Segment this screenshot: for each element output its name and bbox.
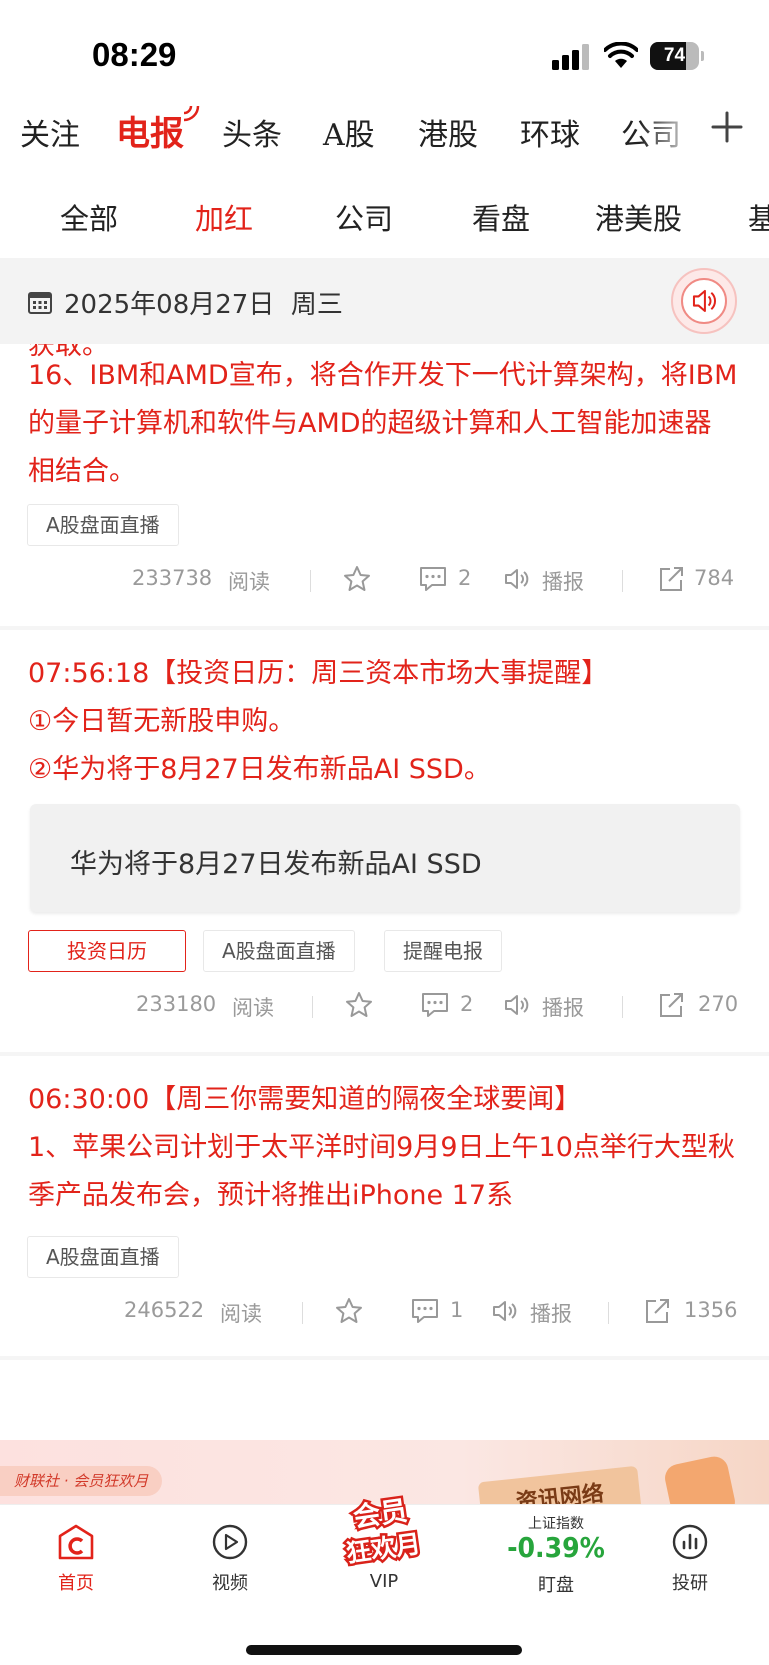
subtab-red[interactable]: 加红 xyxy=(195,196,253,238)
cellular-signal-icon xyxy=(552,44,589,70)
read-label: 阅读 xyxy=(220,1302,262,1326)
banner-card: 资讯网络 xyxy=(477,1465,643,1504)
bottom-nav: 首页 视频 会员 狂欢月 VIP 上证指数 -0.39% 盯盘 投研 xyxy=(0,1493,769,1665)
quote-card[interactable]: 华为将于8月27日发布新品AI SSD xyxy=(30,804,740,912)
tag-a-share-live[interactable]: A股盘面直播 xyxy=(27,504,179,546)
tab-fade-overlay xyxy=(640,100,700,160)
nav-watch-label[interactable]: 盯盘 xyxy=(506,1571,606,1597)
status-bar: 08:29 74 xyxy=(0,0,769,100)
subtab-company[interactable]: 公司 xyxy=(335,196,393,238)
date-bar: 2025年08月27日 周三 xyxy=(0,258,769,344)
tab-a-shares[interactable]: A股 xyxy=(323,110,375,154)
comment-icon[interactable] xyxy=(410,1296,440,1326)
comment-icon[interactable] xyxy=(420,990,450,1020)
battery-text: 74 xyxy=(663,45,686,66)
tag-investment-calendar[interactable]: 投资日历 xyxy=(28,930,186,972)
article-2-actions: 233180 阅读 2 播报 270 xyxy=(0,986,769,1026)
favorite-star-icon[interactable] xyxy=(334,1296,364,1326)
chart-bars-icon xyxy=(672,1524,708,1560)
article-2-line-2: ②华为将于8月27日发布新品AI SSD。 xyxy=(28,754,491,785)
divider xyxy=(0,1356,769,1360)
nav-home-label: 首页 xyxy=(58,1573,94,1594)
tab-global[interactable]: 环球 xyxy=(520,110,580,154)
tag-reminder-telegraph[interactable]: 提醒电报 xyxy=(384,930,502,972)
divider xyxy=(0,1052,769,1056)
tag-a-share-live[interactable]: A股盘面直播 xyxy=(203,930,355,972)
vip-logo-text-bottom: 狂欢月 xyxy=(344,1529,422,1568)
read-count: 246522 xyxy=(124,1298,205,1322)
tab-telegraph[interactable]: 电报 xyxy=(116,106,184,155)
broadcast-label[interactable]: 播报 xyxy=(530,1298,572,1328)
banner-label: 财联社 · 会员狂欢月 xyxy=(0,1466,163,1496)
vip-logo-text-top: 会员 xyxy=(351,1496,409,1534)
home-logo-icon xyxy=(58,1524,94,1560)
share-count: 270 xyxy=(698,992,739,1016)
nav-research-label: 投研 xyxy=(672,1573,708,1594)
share-count: 784 xyxy=(694,566,735,590)
favorite-star-icon[interactable] xyxy=(342,564,372,594)
quote-text: 华为将于8月27日发布新品AI SSD xyxy=(70,849,482,880)
calendar-icon[interactable] xyxy=(28,290,52,314)
nav-vip-label[interactable]: VIP xyxy=(334,1571,434,1592)
article-2-title: 【投资日历：周三资本市场大事提醒】 xyxy=(149,658,609,689)
nav-research[interactable]: 投研 xyxy=(640,1523,740,1595)
broadcast-label[interactable]: 播报 xyxy=(542,566,584,596)
read-count: 233180 xyxy=(136,992,217,1016)
speaker-icon xyxy=(692,289,716,313)
subtab-fund[interactable]: 基 xyxy=(748,196,769,238)
share-count: 1356 xyxy=(684,1298,738,1322)
date-label: 2025年08月27日 周三 xyxy=(64,290,343,320)
wifi-icon xyxy=(604,42,638,68)
read-count: 233738 xyxy=(132,566,213,590)
add-channel-button[interactable] xyxy=(710,110,744,144)
speaker-button[interactable] xyxy=(671,268,737,334)
comment-count: 2 xyxy=(460,992,474,1016)
article-3-title: 【周三你需要知道的隔夜全球要闻】 xyxy=(149,1084,582,1115)
article-2-time: 07:56:18 xyxy=(28,658,150,689)
comment-count: 1 xyxy=(450,1298,464,1322)
subtab-hk-us[interactable]: 港美股 xyxy=(595,196,682,238)
nav-home[interactable]: 首页 xyxy=(26,1523,126,1595)
broadcast-speaker-icon[interactable] xyxy=(502,564,532,594)
read-label: 阅读 xyxy=(232,996,274,1020)
live-signal-icon xyxy=(183,105,200,122)
index-name: 上证指数 xyxy=(528,1516,584,1532)
broadcast-speaker-icon[interactable] xyxy=(490,1296,520,1326)
divider xyxy=(0,626,769,630)
article-2-line-1: ①今日暂无新股申购。 xyxy=(28,706,296,737)
favorite-star-icon[interactable] xyxy=(344,990,374,1020)
tab-follow[interactable]: 关注 xyxy=(20,110,80,154)
play-icon xyxy=(212,1524,248,1560)
share-icon[interactable] xyxy=(656,564,686,594)
vip-promo-logo[interactable]: 会员 狂欢月 xyxy=(326,1487,438,1577)
tab-headlines[interactable]: 头条 xyxy=(222,110,282,154)
article-1-body[interactable]: 16、IBM和AMD宣布，将合作开发下一代计算架构，将IBM的量子计算机和软件与… xyxy=(28,352,738,496)
broadcast-speaker-icon[interactable] xyxy=(502,990,532,1020)
article-2-headline[interactable]: 07:56:18【投资日历：周三资本市场大事提醒】 xyxy=(28,650,738,698)
read-label: 阅读 xyxy=(228,570,270,594)
share-icon[interactable] xyxy=(642,1296,672,1326)
home-indicator xyxy=(246,1645,522,1655)
sub-tab-bar: 全部 加红 公司 看盘 港美股 基 xyxy=(0,180,769,260)
broadcast-label[interactable]: 播报 xyxy=(542,992,584,1022)
news-feed: 获取。 16、IBM和AMD宣布，将合作开发下一代计算架构，将IBM的量子计算机… xyxy=(0,344,769,1504)
nav-video[interactable]: 视频 xyxy=(180,1523,280,1595)
banner-logo-icon xyxy=(662,1454,738,1504)
comment-count: 2 xyxy=(458,566,472,590)
subtab-all[interactable]: 全部 xyxy=(60,196,118,238)
article-3-body[interactable]: 1、苹果公司计划于太平洋时间9月9日上午10点举行大型秋季产品发布会，预计将推出… xyxy=(28,1124,738,1220)
share-icon[interactable] xyxy=(656,990,686,1020)
subtab-market-watch[interactable]: 看盘 xyxy=(472,196,530,238)
article-3-actions: 246522 阅读 1 播报 1356 xyxy=(0,1292,769,1332)
article-3-headline[interactable]: 06:30:00【周三你需要知道的隔夜全球要闻】 xyxy=(28,1076,738,1124)
article-1-actions: 233738 阅读 2 播报 784 xyxy=(0,560,769,600)
tab-hk-shares[interactable]: 港股 xyxy=(418,110,478,154)
nav-video-label: 视频 xyxy=(212,1573,248,1594)
index-change: -0.39% xyxy=(507,1531,605,1564)
battery-indicator: 74 xyxy=(650,42,704,70)
status-time: 08:29 xyxy=(92,36,177,73)
tag-a-share-live[interactable]: A股盘面直播 xyxy=(27,1236,179,1278)
comment-icon[interactable] xyxy=(418,564,448,594)
article-3-time: 06:30:00 xyxy=(28,1084,150,1115)
